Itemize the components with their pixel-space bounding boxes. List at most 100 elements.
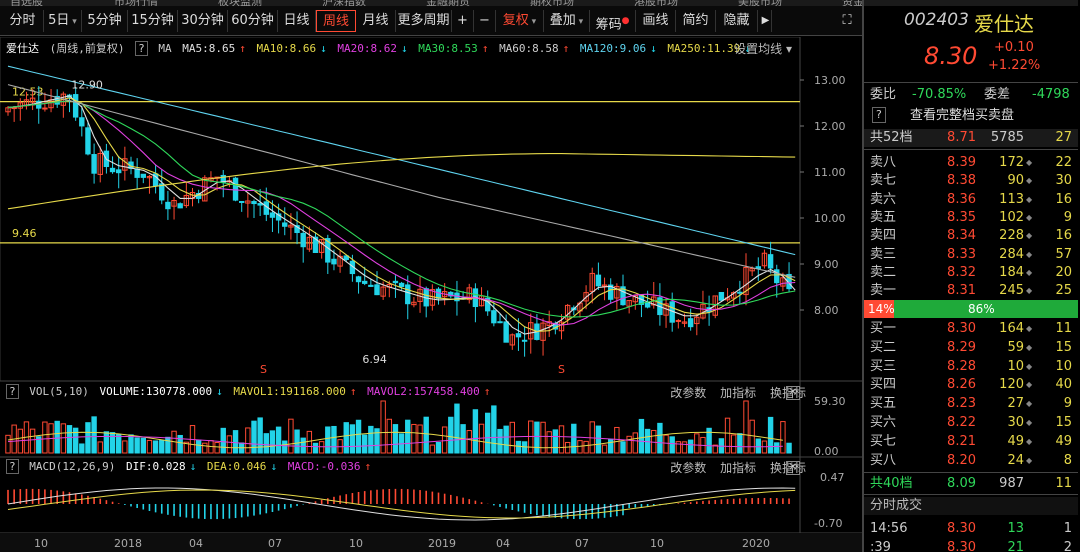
volume-bar (79, 443, 85, 454)
bid-price: 8.23 (947, 396, 976, 412)
toolbar-item[interactable]: 画线 (636, 10, 676, 32)
toolbar-item-label: 画线 (642, 13, 669, 28)
volume-bar (300, 437, 306, 454)
candle-body (140, 173, 147, 178)
mavol1-up-arrow-icon: ↑ (349, 385, 357, 398)
ask-price: 8.35 (947, 209, 976, 225)
ma120-line (7, 65, 796, 256)
toolbar-item[interactable]: 日线 (278, 10, 316, 32)
volume-bar (743, 400, 749, 454)
toolbar-item[interactable]: − (474, 10, 496, 32)
toolbar-item[interactable]: 周线 (316, 10, 356, 32)
bid-volume: 49 (1007, 433, 1024, 449)
low-label: 6.94 (362, 353, 387, 366)
toolbar-item[interactable]: 隐藏 (716, 10, 758, 32)
x-axis-label: 10 (650, 537, 664, 550)
diamond-icon: ◆ (1026, 380, 1033, 390)
volume-bar (687, 439, 694, 454)
period-toolbar: 分时 5日 5分钟 15分钟30分钟 60分钟日线周线月线更多周期 +−复权叠加筹码● 画线… (0, 6, 862, 36)
volume-bar (435, 441, 442, 454)
bid-count: 15 (1055, 415, 1072, 430)
toolbar-item[interactable]: 分时 (2, 10, 44, 32)
volume-bar (312, 442, 319, 454)
toolbar-item[interactable]: 15分钟 (128, 10, 178, 32)
diamond-icon: ◆ (1026, 158, 1033, 167)
toolbar-item[interactable]: 筹码● (590, 10, 636, 32)
ask-price: 8.38 (947, 173, 976, 189)
toolbar-item[interactable]: 60分钟 (228, 10, 278, 32)
candle-body (767, 254, 774, 269)
sell-total-label: 共52档 (870, 130, 913, 145)
buy-ratio-label: 14% (868, 302, 895, 316)
toolbar-item-label: 分时 (9, 13, 36, 28)
toolbar-item-label: 30分钟 (181, 13, 224, 28)
fullscreen-icon[interactable]: ⛶ (836, 10, 858, 32)
ticks-header[interactable]: 分时成交 (864, 497, 1078, 515)
ask-volume: 102 (999, 209, 1024, 225)
candle-body (269, 212, 276, 218)
macd-close-icon[interactable]: ✕ (786, 461, 800, 475)
macd-help-icon[interactable]: ? (6, 459, 19, 474)
help-icon[interactable]: ? (135, 41, 148, 56)
bid-row: 买二 8.29 59 ◆ 15 (864, 339, 1078, 357)
bid-volume: 30 (1007, 415, 1024, 430)
toolbar-item-label: + (457, 13, 468, 28)
toolbar-item[interactable]: 简约 (676, 10, 716, 32)
volume-bar (663, 434, 669, 454)
volume-bar (595, 425, 602, 454)
tick-volume: 13 (1007, 521, 1024, 536)
toolbar-item-label: 5分钟 (87, 13, 122, 28)
price-axis-label: 8.00 (814, 304, 839, 317)
volume-bar (85, 422, 91, 454)
diamond-icon: ◆ (1026, 249, 1033, 259)
macd-legend: ? MACD(12,26,9) DIF:0.028 ↓ DEA:0.046 ↓ MA… (6, 458, 375, 476)
webi-label: 委比 (870, 87, 897, 102)
toolbar-item[interactable]: 5日 (44, 10, 82, 32)
volume-bar (103, 431, 110, 454)
candle-body (491, 310, 497, 324)
sell-total-vol: 5785 (990, 130, 1024, 145)
volume-bar (355, 419, 362, 454)
volume-bar (42, 421, 48, 454)
volume-bar (220, 427, 226, 454)
bid-count: 40 (1055, 377, 1072, 393)
toolbar-item[interactable]: 更多周期 (396, 10, 452, 32)
candle-body (521, 339, 528, 342)
macd-axis-top: 0.47 (820, 471, 845, 484)
vol-add-indicator-button[interactable]: 加指标 (720, 386, 756, 400)
volume-bar (282, 440, 288, 454)
toolbar-item[interactable]: 月线 (356, 10, 396, 32)
candle-body (374, 284, 380, 296)
toolbar-item-label: 叠加 (549, 13, 576, 28)
toolbar-item[interactable]: + (452, 10, 474, 32)
ma10-line (7, 97, 796, 332)
ma60-line (7, 84, 796, 278)
toolbar-item[interactable]: 5分钟 (82, 10, 128, 32)
toolbar-scroll-arrow-icon[interactable]: ▶ (760, 10, 772, 32)
candle-body (362, 280, 368, 284)
vol-close-icon[interactable]: ✕ (786, 386, 800, 400)
candle-body (718, 291, 725, 301)
bid-price: 8.26 (947, 377, 976, 393)
toolbar-item[interactable]: 30分钟 (178, 10, 228, 32)
x-axis-label: 10 (349, 537, 363, 550)
full-book-button[interactable]: ? 查看完整档买卖盘 (864, 107, 1078, 125)
ask-price: 8.33 (947, 246, 976, 262)
volume-bar (614, 426, 620, 454)
ask-count: 16 (1055, 228, 1072, 244)
toolbar-item[interactable]: 复权 (496, 10, 544, 32)
macd-add-indicator-button[interactable]: 加指标 (720, 461, 756, 475)
volume-bar (694, 433, 700, 454)
vol-change-params-button[interactable]: 改参数 (670, 386, 706, 400)
ma-settings-button[interactable]: 设置均线 ▾ (734, 40, 792, 57)
ma-legend: 爱仕达 (周线,前复权) ? MA MA5:8.65 ↑ MA10:8.66 ↓ M… (6, 39, 755, 59)
chart-mode: (周线,前复权) (49, 42, 125, 55)
price-axis-label: 12.00 (814, 120, 846, 133)
macd-change-params-button[interactable]: 改参数 (670, 461, 706, 475)
vol-help-icon[interactable]: ? (6, 384, 19, 399)
volume-bar (405, 419, 411, 454)
candle-body (159, 183, 165, 201)
toolbar-item[interactable]: 叠加 (544, 10, 590, 32)
price-change-pct: +1.22% (988, 58, 1041, 73)
volume-bar (159, 439, 165, 454)
